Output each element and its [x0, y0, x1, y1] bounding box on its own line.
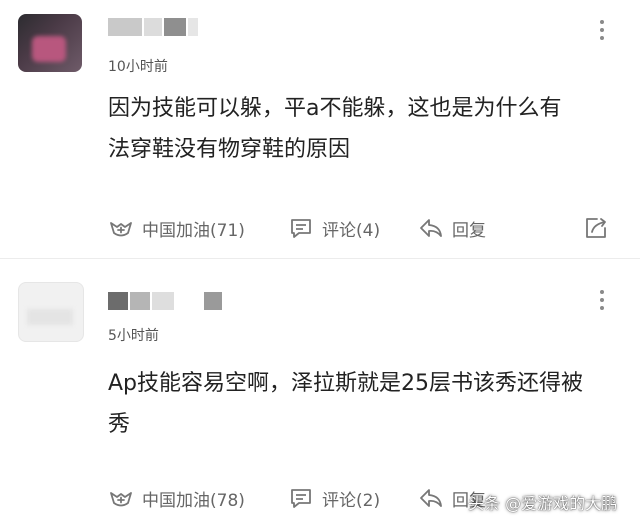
comment-item: 10小时前 因为技能可以躲，平a不能躲，这也是为什么有 法穿鞋没有物穿鞋的原因 …	[0, 0, 640, 258]
comment-text: 因为技能可以躲，平a不能躲，这也是为什么有 法穿鞋没有物穿鞋的原因	[108, 88, 608, 170]
username-blurred[interactable]	[108, 18, 198, 36]
share-icon	[586, 218, 606, 238]
comment-label: 评论(4)	[322, 220, 381, 241]
speech-bubble-icon	[291, 489, 311, 508]
heart-cheer-icon	[110, 222, 132, 237]
like-button[interactable]: 中国加油(71)	[108, 212, 245, 244]
more-options-button[interactable]	[592, 290, 612, 310]
more-options-button[interactable]	[592, 20, 612, 40]
watermark-label: 头条 @爱游戏的大鹏	[468, 494, 618, 513]
like-button[interactable]: 中国加油(78)	[108, 482, 245, 514]
reply-button[interactable]: 回复	[418, 212, 486, 244]
comment-text-line: 法穿鞋没有物穿鞋的原因	[108, 137, 351, 162]
comment-text-line: 秀	[108, 412, 131, 437]
reply-arrow-icon	[420, 219, 442, 237]
comment-actions: 中国加油(71) 评论(4) 回复	[108, 212, 618, 244]
reply-arrow-icon	[420, 489, 442, 507]
divider	[0, 258, 640, 259]
reply-label: 回复	[452, 220, 486, 241]
avatar[interactable]	[18, 14, 82, 72]
speech-bubble-icon	[291, 219, 311, 238]
like-label: 中国加油(71)	[142, 220, 245, 241]
avatar[interactable]	[18, 282, 84, 342]
comment-time: 5小时前	[108, 328, 159, 344]
comment-text-line: 因为技能可以躲，平a不能躲，这也是为什么有	[108, 96, 562, 121]
username-blurred[interactable]	[108, 292, 222, 310]
comment-time: 10小时前	[108, 59, 168, 75]
comment-button[interactable]: 评论(2)	[288, 482, 380, 514]
share-button[interactable]	[583, 212, 609, 244]
comment-label: 评论(2)	[322, 490, 381, 511]
heart-cheer-icon	[110, 492, 132, 507]
comment-text: Ap技能容易空啊，泽拉斯就是25层书该秀还得被 秀	[108, 363, 608, 445]
comment-button[interactable]: 评论(4)	[288, 212, 380, 244]
comment-text-line: Ap技能容易空啊，泽拉斯就是25层书该秀还得被	[108, 371, 584, 396]
like-label: 中国加油(78)	[142, 490, 245, 511]
